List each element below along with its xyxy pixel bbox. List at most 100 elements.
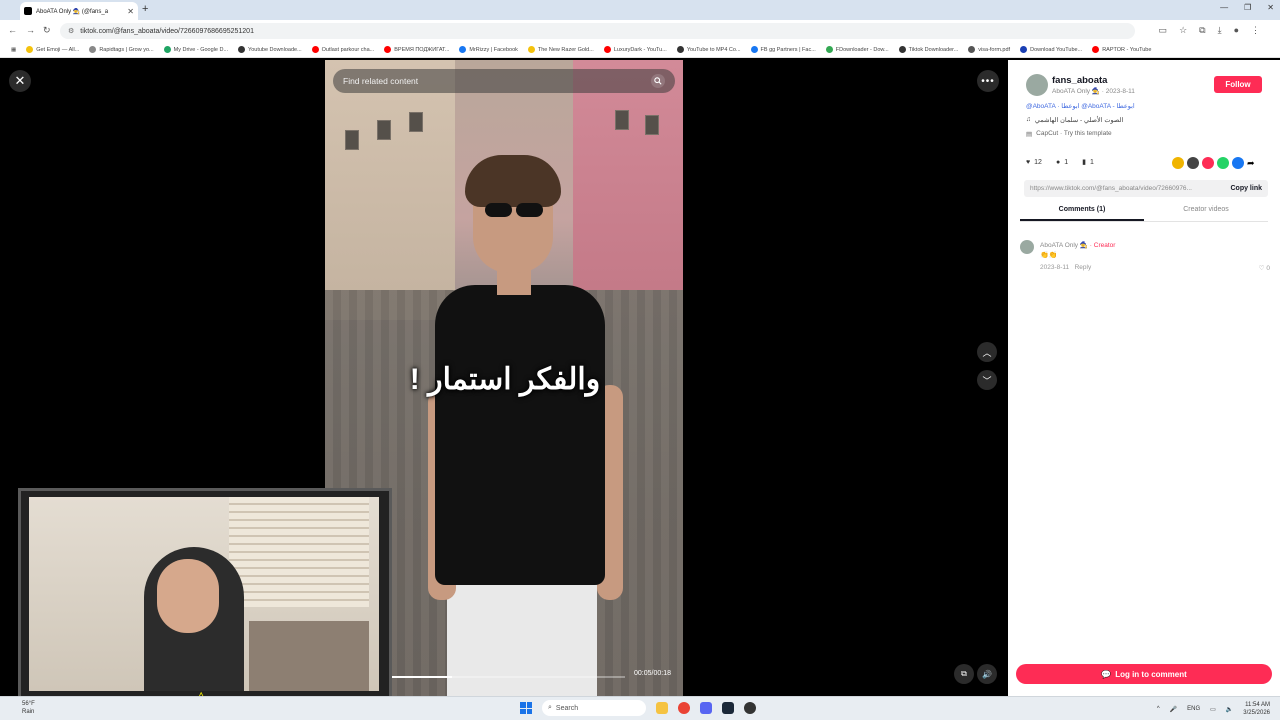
discord-icon[interactable] xyxy=(700,702,712,714)
extensions-icon[interactable]: ⧉ xyxy=(1199,25,1205,36)
volume-button[interactable]: 🔊 xyxy=(977,664,997,684)
new-tab-icon[interactable]: + xyxy=(142,3,148,15)
window-shape xyxy=(345,130,359,150)
share-link-text[interactable]: https://www.tiktok.com/@fans_aboata/vide… xyxy=(1030,185,1230,192)
bookmark-item[interactable]: Outlast parkour cha... xyxy=(307,46,380,53)
bookmark-item[interactable]: FB gg Partners | Fac... xyxy=(746,46,821,53)
creator-tag: · Creator xyxy=(1087,242,1116,249)
volume-tray-icon[interactable]: 🔈 xyxy=(1226,706,1233,713)
pip-button[interactable]: ⧉ xyxy=(954,664,974,684)
video-background-building xyxy=(325,60,455,320)
bookmark-label: Rapidtags | Grow yo... xyxy=(99,46,154,53)
chevron-up-icon: ︿ xyxy=(982,347,992,358)
bookmark-label: FB gg Partners | Fac... xyxy=(760,46,816,53)
login-to-comment-button[interactable]: 💬 Log in to comment xyxy=(1016,664,1272,684)
bookmark-item[interactable]: Get Emoji — All... xyxy=(21,46,84,53)
bookmark-favicon-icon xyxy=(163,46,171,53)
bookmark-label: LuxuryDark - YouTu... xyxy=(613,46,667,53)
obs-icon[interactable] xyxy=(744,702,756,714)
bookmark-item[interactable]: FDownloader - Dow... xyxy=(821,46,894,53)
related-search-input[interactable]: Find related content xyxy=(333,69,675,93)
bookmark-item[interactable]: RAPTOR - YouTube xyxy=(1087,46,1156,53)
more-options-button[interactable]: ••• xyxy=(977,70,999,92)
site-info-icon[interactable]: ⚙ xyxy=(68,27,74,35)
back-icon[interactable]: ← xyxy=(8,25,17,35)
send-icon[interactable] xyxy=(1202,157,1214,169)
bookmark-item[interactable]: MrRizzy | Facebook xyxy=(454,46,523,53)
browser-tab[interactable]: AboATA Only 🧙 (@fans_a ✕ xyxy=(20,2,138,20)
window-controls: — ❐ ✕ xyxy=(1220,3,1274,12)
bookmark-favicon-icon xyxy=(527,46,535,53)
profile-icon[interactable]: ● xyxy=(1234,25,1239,36)
windows-start-icon[interactable] xyxy=(520,702,532,714)
bookmark-item[interactable]: Tiktok Downloader... xyxy=(894,46,964,53)
share-arrow-icon[interactable]: ➦ xyxy=(1247,157,1259,169)
bookmark-favicon-icon xyxy=(968,46,976,53)
whatsapp-icon[interactable] xyxy=(1217,157,1229,169)
commenter-name[interactable]: AboATA Only 🧙 · Creator xyxy=(1040,241,1115,249)
maximize-icon[interactable]: ❐ xyxy=(1244,3,1251,12)
coin-share-icon[interactable] xyxy=(1172,157,1184,169)
copy-link-button[interactable]: Copy link xyxy=(1230,185,1262,192)
bookmark-item[interactable]: Youtube Downloade... xyxy=(233,46,307,53)
tray-chevron-icon[interactable]: ^ xyxy=(1157,706,1160,712)
network-icon[interactable]: ▭ xyxy=(1210,706,1216,713)
bookmark-item[interactable]: Download YouTube... xyxy=(1015,46,1087,53)
author-subline: AboATA Only 🧙 · 2023-8-11 xyxy=(1052,88,1135,95)
bookmark-favicon-icon xyxy=(238,46,246,53)
clock[interactable]: 11:54 AM 3/25/2026 xyxy=(1243,701,1270,717)
close-video-button[interactable]: ✕ xyxy=(9,70,31,92)
forward-icon[interactable]: → xyxy=(26,25,35,35)
chrome-icon[interactable] xyxy=(678,702,690,714)
bookmark-item[interactable]: My Drive - Google D... xyxy=(159,46,233,53)
cast-icon[interactable]: ▭ xyxy=(1159,25,1168,36)
capcut-row[interactable]: ▤ CapCut · Try this template xyxy=(1026,130,1112,138)
bookmark-favicon-icon xyxy=(26,46,34,53)
bookmark-star-icon[interactable]: ☆ xyxy=(1179,25,1187,36)
bookmark-label: FDownloader - Dow... xyxy=(835,46,889,53)
bookmark-item[interactable]: The New Razer Gold... xyxy=(523,46,599,53)
minimize-icon[interactable]: — xyxy=(1220,3,1228,12)
file-explorer-icon[interactable] xyxy=(656,702,668,714)
menu-icon[interactable]: ⋮ xyxy=(1251,25,1260,36)
tab-creator-videos[interactable]: Creator videos xyxy=(1144,206,1268,221)
bookmark-item[interactable]: ВРЕМЯ ПОДЖИГАТ... xyxy=(379,46,454,53)
bookmark-item[interactable]: visa-form.pdf xyxy=(963,46,1015,53)
reload-icon[interactable]: ↻ xyxy=(43,25,51,36)
url-field[interactable]: ⚙ tiktok.com/@fans_aboata/video/72660976… xyxy=(60,23,1135,39)
sound-row[interactable]: ♫ الصوت الأصلي - سلمان الهاشمي xyxy=(1026,116,1123,124)
tab-close-icon[interactable]: ✕ xyxy=(127,7,134,16)
next-video-button[interactable]: ﹀ xyxy=(977,370,997,390)
author-username[interactable]: fans_aboata xyxy=(1052,75,1107,86)
bookmark-item[interactable]: LuxuryDark - YouTu... xyxy=(599,46,672,53)
windows-taskbar: 56°F Rain ⌕ Search ^ 🎤 ENG ▭ 🔈 11:54 AM … xyxy=(0,696,1280,720)
comment-like-button[interactable]: ♡ 0 xyxy=(1259,264,1270,272)
bookmark-label: Outlast parkour cha... xyxy=(321,46,375,53)
weather-widget[interactable]: 56°F Rain xyxy=(22,700,35,716)
embed-icon[interactable] xyxy=(1187,157,1199,169)
bookmark-item[interactable]: Rapidtags | Grow yo... xyxy=(84,46,158,53)
save-button[interactable]: ▮ 1 xyxy=(1082,158,1094,167)
previous-video-button[interactable]: ︿ xyxy=(977,342,997,362)
bookmark-item[interactable]: YouTube to MP4 Co... xyxy=(672,46,746,53)
apps-icon[interactable]: ▦ xyxy=(6,47,21,53)
picture-in-picture-icon: ⧉ xyxy=(961,669,967,678)
commenter-avatar[interactable] xyxy=(1020,240,1034,254)
sunglasses xyxy=(485,203,543,217)
follow-button[interactable]: Follow xyxy=(1214,76,1262,93)
search-icon[interactable] xyxy=(651,74,665,88)
tab-comments[interactable]: Comments (1) xyxy=(1020,206,1144,221)
comment-button[interactable]: ● 1 xyxy=(1056,158,1068,166)
video-description[interactable]: @AboATA · ابوعطا @AboATA - ابوعطا xyxy=(1026,102,1135,110)
language-indicator[interactable]: ENG xyxy=(1187,706,1200,712)
author-avatar[interactable] xyxy=(1026,74,1048,96)
reply-button[interactable]: Reply xyxy=(1075,264,1092,271)
taskbar-search[interactable]: ⌕ Search xyxy=(542,700,646,716)
window-close-icon[interactable]: ✕ xyxy=(1267,3,1274,12)
video-progress-bar[interactable] xyxy=(385,676,625,678)
microphone-icon[interactable]: 🎤 xyxy=(1170,706,1177,713)
steam-icon[interactable] xyxy=(722,702,734,714)
like-button[interactable]: ♥ 12 xyxy=(1026,158,1042,166)
facebook-icon[interactable] xyxy=(1232,157,1244,169)
download-icon[interactable]: ⤓ xyxy=(1218,25,1222,36)
